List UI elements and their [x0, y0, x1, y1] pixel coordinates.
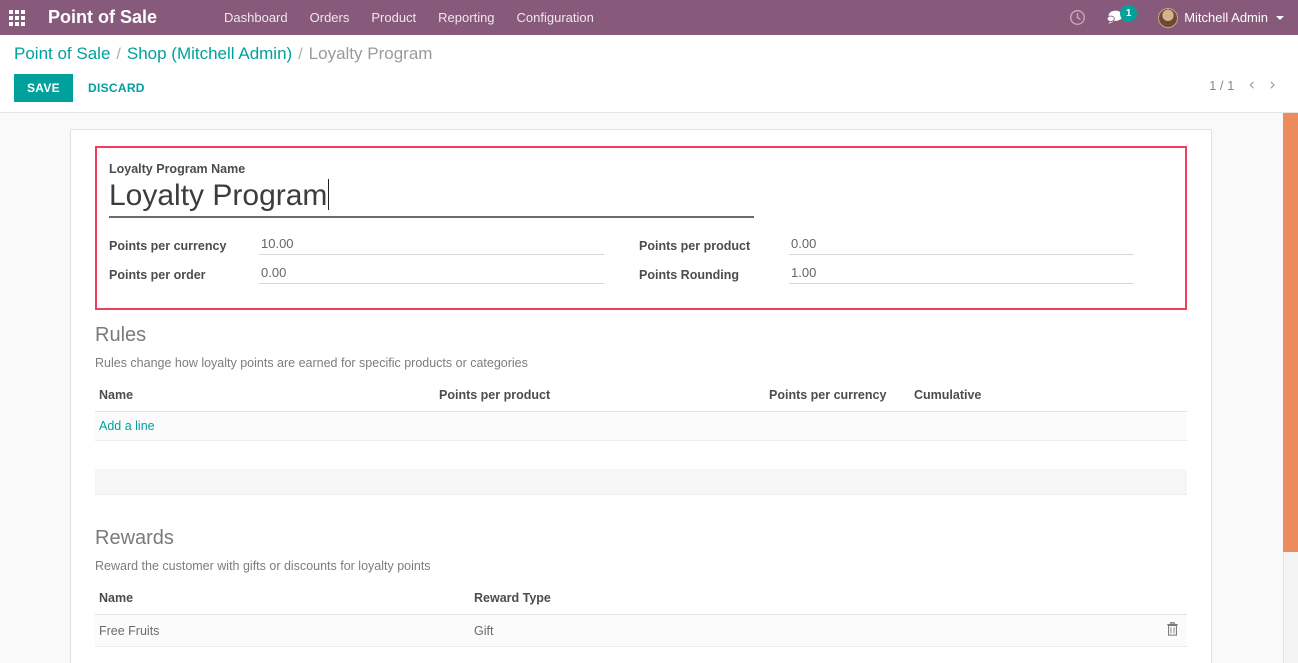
points-per-currency-label: Points per currency	[109, 239, 227, 254]
rewards-table-header-row: Name Reward Type	[95, 591, 1187, 616]
pager-previous-icon[interactable]: ‹	[1248, 77, 1255, 94]
reward-delete-cell[interactable]	[1147, 614, 1187, 648]
breadcrumb: Point of Sale / Shop (Mitchell Admin) / …	[14, 44, 1284, 64]
rules-section-title: Rules	[95, 324, 147, 347]
menu-item-configuration[interactable]: Configuration	[506, 2, 605, 33]
field-points-per-currency: Points per currency 10.00	[109, 236, 639, 256]
rules-spacer-cell	[95, 468, 1187, 496]
messages-count-badge: 1	[1120, 4, 1138, 22]
rewards-section-subtitle: Reward the customer with gifts or discou…	[95, 559, 431, 574]
rules-spacer-row	[95, 468, 1187, 496]
rules-table-header-row: Name Points per product Points per curre…	[95, 388, 1187, 413]
rewards-section-title: Rewards	[95, 527, 174, 550]
main-menu: Dashboard Orders Product Reporting Confi…	[213, 2, 605, 33]
clock-icon	[1070, 10, 1086, 25]
field-points-per-product: Points per product 0.00	[639, 236, 1169, 256]
pager-value: 1 / 1	[1209, 78, 1235, 93]
avatar	[1158, 7, 1179, 28]
trash-icon[interactable]	[1166, 622, 1179, 637]
loyalty-program-name-field[interactable]: Loyalty Program	[109, 179, 754, 219]
breadcrumb-separator: /	[116, 46, 121, 63]
menu-item-dashboard[interactable]: Dashboard	[213, 2, 299, 33]
points-fields-left-column: Points per currency 10.00 Points per ord…	[109, 236, 639, 294]
form-action-buttons: SAVE DISCARD	[14, 74, 1284, 102]
rewards-column-actions	[1147, 591, 1187, 616]
points-rounding-input[interactable]: 1.00	[789, 265, 1134, 285]
rules-section-subtitle: Rules change how loyalty points are earn…	[95, 356, 528, 371]
vertical-scrollbar-track[interactable]	[1283, 113, 1298, 663]
reward-type-cell[interactable]: Gift	[470, 614, 1147, 648]
points-fields-right-column: Points per product 0.00 Points Rounding …	[639, 236, 1169, 294]
rules-column-name: Name	[95, 388, 435, 413]
navbar-right-tools: 1 Mitchell Admin	[1060, 0, 1290, 35]
breadcrumb-parent[interactable]: Shop (Mitchell Admin)	[127, 44, 292, 64]
rules-add-line-row[interactable]: Add a line	[95, 411, 1187, 442]
content-area: Loyalty Program Name Loyalty Program Poi…	[0, 113, 1298, 663]
vertical-scrollbar-thumb[interactable]	[1283, 113, 1298, 552]
rules-blank-cell	[95, 440, 1187, 469]
rewards-column-name: Name	[95, 591, 470, 616]
menu-item-reporting[interactable]: Reporting	[427, 2, 505, 33]
points-fields-grid: Points per currency 10.00 Points per ord…	[109, 236, 1169, 294]
table-row[interactable]: Free Fruits Gift	[95, 614, 1187, 648]
rules-add-line-cell[interactable]: Add a line	[95, 411, 1187, 442]
rules-blank-row	[95, 440, 1187, 469]
breadcrumb-separator: /	[298, 46, 303, 63]
points-per-product-input[interactable]: 0.00	[789, 236, 1134, 256]
points-per-product-label: Points per product	[639, 239, 751, 254]
user-name-label: Mitchell Admin	[1184, 10, 1268, 25]
user-menu-button[interactable]: Mitchell Admin	[1148, 7, 1290, 28]
reward-name-cell[interactable]: Free Fruits	[95, 614, 470, 648]
apps-menu-button[interactable]	[0, 0, 34, 35]
rules-column-points-per-currency: Points per currency	[765, 388, 910, 413]
highlighted-field-group: Loyalty Program Name Loyalty Program Poi…	[95, 146, 1187, 311]
points-per-order-input[interactable]: 0.00	[259, 265, 604, 285]
pager-next-icon[interactable]: ›	[1269, 77, 1276, 94]
rules-section: Rules Rules change how loyalty points ar…	[95, 324, 1187, 496]
menu-item-product[interactable]: Product	[360, 2, 427, 33]
form-sheet: Loyalty Program Name Loyalty Program Poi…	[70, 129, 1212, 663]
top-navbar: Point of Sale Dashboard Orders Product R…	[0, 0, 1298, 35]
rewards-table: Name Reward Type Free Fruits Gift	[95, 591, 1187, 648]
points-per-order-label: Points per order	[109, 268, 206, 283]
apps-grid-icon	[9, 9, 25, 26]
app-brand-title[interactable]: Point of Sale	[34, 7, 169, 28]
discard-button[interactable]: DISCARD	[77, 74, 156, 102]
rewards-column-reward-type: Reward Type	[470, 591, 1147, 616]
chevron-down-icon	[1276, 15, 1284, 20]
field-points-per-order: Points per order 0.00	[109, 265, 639, 285]
sheet-wrapper: Loyalty Program Name Loyalty Program Poi…	[0, 129, 1298, 663]
activity-button[interactable]	[1060, 0, 1095, 35]
points-rounding-label: Points Rounding	[639, 268, 739, 283]
messages-button[interactable]: 1	[1097, 0, 1146, 35]
rules-column-points-per-product: Points per product	[435, 388, 765, 413]
rules-table: Name Points per product Points per curre…	[95, 388, 1187, 496]
breadcrumb-current: Loyalty Program	[308, 44, 433, 63]
menu-item-orders[interactable]: Orders	[299, 2, 361, 33]
points-per-currency-input[interactable]: 10.00	[259, 236, 604, 256]
text-cursor	[328, 179, 330, 210]
rules-column-cumulative: Cumulative	[910, 388, 1187, 413]
rewards-section: Rewards Reward the customer with gifts o…	[95, 527, 1187, 648]
save-button[interactable]: SAVE	[14, 74, 73, 102]
control-panel: Point of Sale / Shop (Mitchell Admin) / …	[0, 35, 1298, 113]
add-a-line-link[interactable]: Add a line	[99, 419, 155, 433]
field-points-rounding: Points Rounding 1.00	[639, 265, 1169, 285]
record-pager: 1 / 1 ‹ ›	[1209, 77, 1276, 94]
loyalty-program-name-label: Loyalty Program Name	[109, 162, 246, 176]
breadcrumb-root[interactable]: Point of Sale	[14, 44, 110, 64]
loyalty-program-name-value: Loyalty Program	[109, 179, 328, 212]
